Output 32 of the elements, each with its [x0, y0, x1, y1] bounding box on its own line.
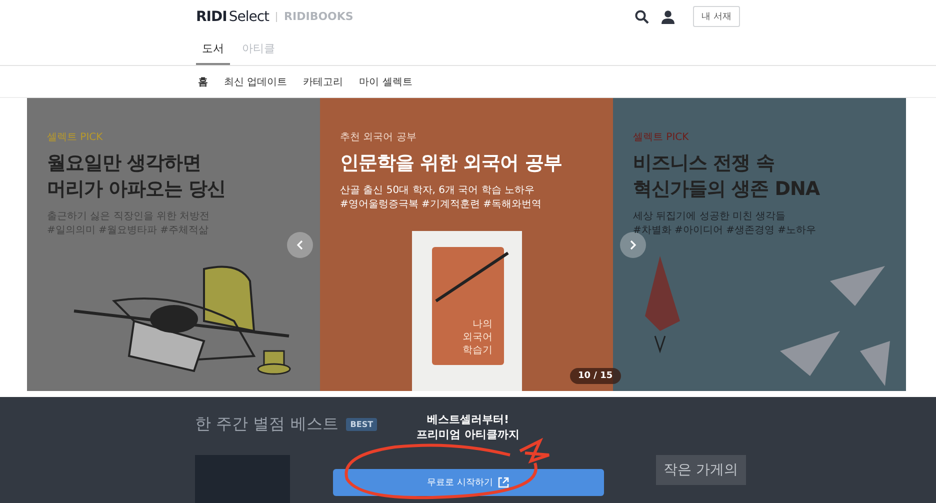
slide-eyebrow: 셀렉트 PICK	[633, 131, 690, 144]
chevron-right-icon	[629, 240, 637, 250]
slide-eyebrow: 추천 외국어 공부	[340, 131, 418, 144]
slide-title: 혁신가들의 생존 DNA	[633, 177, 821, 202]
slide-title: 월요일만 생각하면	[47, 151, 202, 176]
search-icon[interactable]	[635, 10, 649, 24]
subnav-link[interactable]: 마이 셀렉트	[351, 74, 420, 88]
slide-title: 인문학을 위한 외국어 공부	[340, 151, 563, 176]
slide-title: 머리가 아파오는 당신	[47, 177, 227, 202]
promo-headline: 프리미엄 아티클까지	[416, 427, 520, 442]
slide-description: 산골 출신 50대 학자, 6개 국어 학습 노하우	[340, 184, 536, 198]
slide-title: 비즈니스 전쟁 속	[633, 151, 776, 176]
my-library-button[interactable]: 내 서재	[693, 6, 740, 27]
slide-description: #영어울렁증극복 #기계적훈련 #독해와번역	[340, 198, 542, 212]
nav-tab[interactable]: 도서	[196, 33, 230, 65]
slide-description: 세상 뒤집기에 성공한 미친 생각들	[633, 210, 787, 224]
promo-headline: 베스트셀러부터!	[426, 412, 510, 427]
slide-eyebrow: 셀렉트 PICK	[47, 131, 104, 144]
book-cover-title: 나의 외국어 학습기	[462, 318, 492, 357]
chevron-left-icon	[296, 240, 304, 250]
ridi-select-logo[interactable]: RIDI Select	[196, 8, 270, 24]
slide-description: #차별화 #아이디어 #생존경영 #노하우	[633, 224, 818, 238]
book-cover[interactable]: 작은 가게의	[656, 455, 746, 485]
best-badge: BEST	[346, 418, 378, 431]
user-icon[interactable]	[661, 10, 675, 24]
external-link-icon	[498, 477, 509, 488]
previous-slide-button[interactable]	[287, 232, 313, 258]
section-title: 한 주간 별점 베스트	[195, 414, 338, 435]
subnav-link[interactable]: 홈	[190, 74, 216, 88]
subnav-link[interactable]: 최신 업데이트	[216, 74, 296, 88]
slide-counter: 10 / 15	[570, 368, 621, 384]
subnav-link[interactable]: 카테고리	[295, 74, 352, 88]
